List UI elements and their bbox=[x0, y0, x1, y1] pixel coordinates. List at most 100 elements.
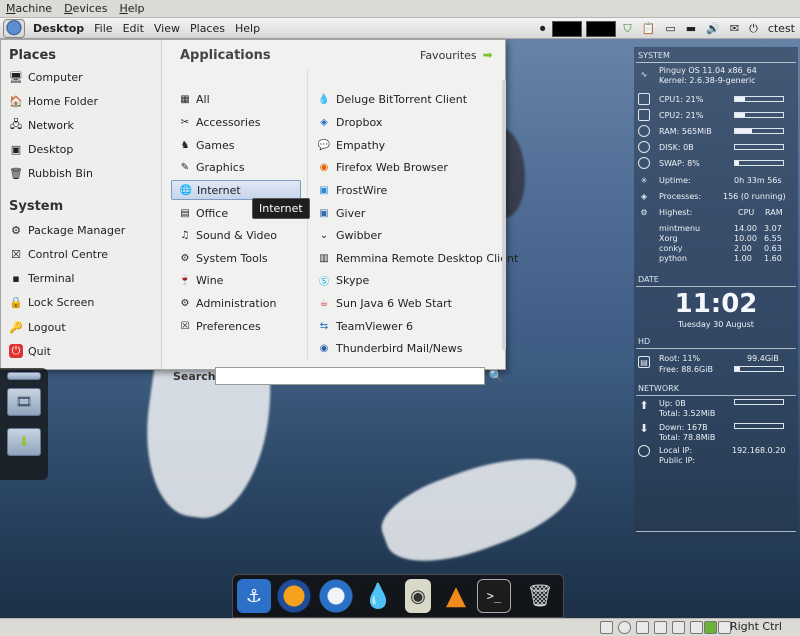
anchor-icon[interactable]: ⚓ bbox=[237, 579, 271, 613]
category-wine[interactable]: 🍷 Wine bbox=[171, 270, 301, 290]
desktop-icon: ▣ bbox=[10, 142, 22, 156]
user-icon[interactable]: ⏻ bbox=[749, 22, 758, 36]
divider bbox=[636, 395, 796, 396]
app-frostwire[interactable]: ▣ FrostWire bbox=[317, 180, 387, 200]
app-skype[interactable]: Ⓢ Skype bbox=[317, 270, 369, 290]
app-label: TeamViewer 6 bbox=[336, 319, 413, 333]
record-icon[interactable]: ⏺ bbox=[540, 22, 546, 36]
divider bbox=[636, 62, 796, 63]
divider bbox=[636, 348, 796, 349]
volume-icon[interactable]: 🔊 bbox=[706, 22, 720, 35]
app-teamviewer[interactable]: ⇆ TeamViewer 6 bbox=[317, 316, 413, 336]
app-dropbox[interactable]: ◈ Dropbox bbox=[317, 112, 382, 132]
category-sound-video[interactable]: ♫ Sound & Video bbox=[171, 225, 301, 245]
vbox-menu-machine[interactable]: Machine bbox=[0, 0, 58, 18]
menu-logo-button[interactable] bbox=[3, 18, 25, 38]
app-firefox[interactable]: ◉ Firefox Web Browser bbox=[317, 157, 448, 177]
apps-scrollbar[interactable] bbox=[502, 80, 506, 350]
workspace-1-thumbnail[interactable] bbox=[552, 20, 583, 37]
tooltip: Internet bbox=[252, 198, 310, 219]
place-network[interactable]: 🖧 Network bbox=[9, 115, 74, 135]
system-lock-screen[interactable]: 🔒 Lock Screen bbox=[9, 292, 94, 312]
place-label: Home Folder bbox=[28, 94, 98, 108]
battery-icon[interactable]: ▬ bbox=[686, 22, 696, 35]
category-accessories[interactable]: ✂ Accessories bbox=[171, 112, 301, 132]
system-label: Logout bbox=[28, 320, 66, 334]
sun-icon: ✳ bbox=[640, 175, 648, 185]
app-thunderbird[interactable]: ◉ Thunderbird Mail/News bbox=[317, 338, 463, 358]
place-label: Rubbish Bin bbox=[28, 166, 93, 180]
system-label: Terminal bbox=[28, 271, 75, 285]
category-all[interactable]: ▦ All bbox=[171, 89, 301, 109]
category-graphics[interactable]: ✎ Graphics bbox=[171, 157, 301, 177]
favourites-button[interactable]: Favourites ➡ bbox=[420, 48, 493, 62]
system-control-centre[interactable]: ☒ Control Centre bbox=[9, 244, 108, 264]
user-name[interactable]: ctest bbox=[768, 22, 795, 35]
system-terminal[interactable]: ▪ Terminal bbox=[9, 268, 75, 288]
panel-menu-view[interactable]: View bbox=[149, 18, 185, 39]
vlc-icon[interactable]: ▲ bbox=[439, 579, 473, 613]
system-quit[interactable]: ⏻ Quit bbox=[9, 341, 51, 361]
mail-icon[interactable]: ✉ bbox=[730, 22, 739, 35]
net-down-bar bbox=[734, 423, 784, 429]
conky-monitor: SYSTEM ∿ Pinguy OS 11.04 x86_64 Kernel: … bbox=[634, 47, 798, 538]
trash-icon[interactable]: 🗑 bbox=[523, 579, 557, 613]
panel-menu-help[interactable]: Help bbox=[230, 18, 265, 39]
usb-icon[interactable] bbox=[636, 621, 649, 634]
panel-menu-places[interactable]: Places bbox=[185, 18, 230, 39]
firefox-icon[interactable] bbox=[277, 579, 311, 613]
panel-menu-file[interactable]: File bbox=[89, 18, 117, 39]
speaker-icon[interactable]: ◉ bbox=[405, 579, 431, 613]
app-gwibber[interactable]: ⌄ Gwibber bbox=[317, 225, 382, 245]
optical-drive-icon[interactable] bbox=[618, 621, 631, 634]
place-computer[interactable]: 🖥 Computer bbox=[9, 67, 83, 87]
app-label: Gwibber bbox=[336, 228, 382, 242]
vbox-menu-devices[interactable]: Devices bbox=[58, 0, 113, 18]
conky-system-header: SYSTEM bbox=[638, 51, 670, 60]
shared-folder-icon[interactable] bbox=[672, 621, 685, 634]
place-home-folder[interactable]: 🏠 Home Folder bbox=[9, 91, 98, 111]
category-preferences[interactable]: ☒ Preferences bbox=[171, 316, 301, 336]
water-drop-icon[interactable]: 💧 bbox=[361, 579, 395, 613]
app-giver[interactable]: ▣ Giver bbox=[317, 203, 365, 223]
app-remmina[interactable]: ▥ Remmina Remote Desktop Client bbox=[317, 248, 518, 268]
panel-menu-edit[interactable]: Edit bbox=[118, 18, 149, 39]
all-icon: ▦ bbox=[180, 93, 190, 105]
local-ip-value: 192.168.0.20 bbox=[732, 446, 786, 455]
system-package-manager[interactable]: ⚙ Package Manager bbox=[9, 220, 125, 240]
terminal-icon[interactable]: >_ bbox=[477, 579, 511, 613]
category-system-tools[interactable]: ⚙ System Tools bbox=[171, 248, 301, 268]
vbox-menu-help[interactable]: Help bbox=[113, 0, 150, 18]
network-status-icon[interactable] bbox=[654, 621, 667, 634]
uptime-value: 0h 33m 56s bbox=[734, 176, 782, 185]
category-internet[interactable]: 🌐 Internet bbox=[171, 180, 301, 200]
app-deluge[interactable]: 💧 Deluge BitTorrent Client bbox=[317, 89, 467, 109]
panel-menu-desktop[interactable]: Desktop bbox=[28, 18, 89, 39]
category-games[interactable]: ♞ Games bbox=[171, 135, 301, 155]
monitor-icon[interactable]: ▭ bbox=[665, 22, 675, 35]
thunderbird-icon[interactable] bbox=[319, 579, 353, 613]
system-logout[interactable]: 🔑 Logout bbox=[9, 317, 66, 337]
folder-icon[interactable] bbox=[7, 372, 41, 380]
search-input[interactable] bbox=[215, 367, 485, 385]
public-ip-label: Public IP: bbox=[659, 456, 696, 465]
harddisk-status-icon[interactable] bbox=[600, 621, 613, 634]
app-label: Remmina Remote Desktop Client bbox=[336, 251, 519, 265]
workspace-2-thumbnail[interactable] bbox=[586, 20, 617, 37]
video-folder-icon[interactable]: 🎞 bbox=[7, 388, 41, 416]
download-folder-icon[interactable]: ⬇ bbox=[7, 428, 41, 456]
place-rubbish-bin[interactable]: 🗑 Rubbish Bin bbox=[9, 163, 93, 183]
shield-icon[interactable]: ⛉ bbox=[623, 22, 631, 36]
category-administration[interactable]: ⚙ Administration bbox=[171, 293, 301, 313]
mouse-integration-icon[interactable] bbox=[704, 621, 717, 634]
app-java-web-start[interactable]: ☕ Sun Java 6 Web Start bbox=[317, 293, 452, 313]
clipboard-icon[interactable]: 📋 bbox=[642, 22, 656, 35]
app-empathy[interactable]: 💬 Empathy bbox=[317, 135, 385, 155]
wine-icon: 🍷 bbox=[178, 274, 192, 286]
search-icon[interactable]: 🔍 bbox=[488, 368, 504, 384]
hd-free: Free: 88.6GiB bbox=[659, 365, 713, 374]
place-desktop[interactable]: ▣ Desktop bbox=[9, 139, 74, 159]
globe-icon: 🌐 bbox=[179, 184, 193, 196]
display-icon[interactable] bbox=[690, 621, 703, 634]
proc-ram: 1.60 bbox=[764, 254, 782, 263]
